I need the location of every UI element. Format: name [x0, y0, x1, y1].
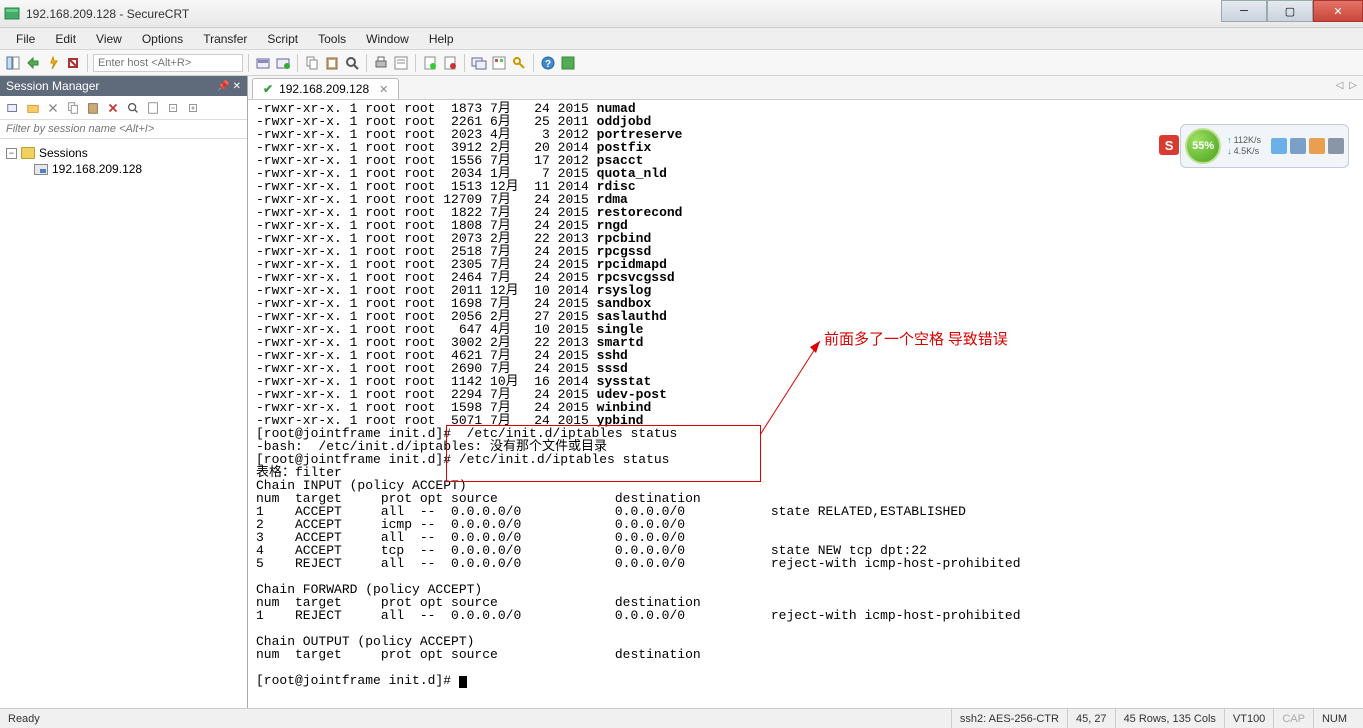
minimize-button[interactable]: ─ — [1221, 0, 1267, 22]
session-icon — [34, 164, 48, 175]
session-toolbar — [0, 96, 247, 120]
tabbar: ✔ 192.168.209.128 ✕ ◁ ▷ — [248, 76, 1363, 100]
menu-help[interactable]: Help — [421, 30, 462, 48]
session-manager-panel: Session Manager 📌 ✕ − Sessions 192. — [0, 76, 248, 708]
cut-icon[interactable] — [44, 99, 62, 117]
properties-icon[interactable] — [392, 54, 410, 72]
session-manager-header: Session Manager 📌 ✕ — [0, 76, 247, 96]
widget-tool-4[interactable] — [1328, 138, 1344, 154]
widget-percent: 55% — [1185, 128, 1221, 164]
annotation-text: 前面多了一个空格 导致错误 — [824, 328, 1008, 349]
terminal-pane: ✔ 192.168.209.128 ✕ ◁ ▷ -rwxr-xr-x. 1 ro… — [248, 76, 1363, 708]
widget-tool-1[interactable] — [1271, 138, 1287, 154]
copy-icon[interactable] — [303, 54, 321, 72]
status-cap: CAP — [1273, 709, 1313, 728]
trace-icon[interactable] — [441, 54, 459, 72]
menu-window[interactable]: Window — [358, 30, 417, 48]
session-manager-title: Session Manager — [6, 79, 99, 93]
tab-session[interactable]: ✔ 192.168.209.128 ✕ — [252, 78, 399, 99]
collapse-tree-icon[interactable] — [184, 99, 202, 117]
svg-text:?: ? — [545, 59, 551, 70]
print-icon[interactable] — [372, 54, 390, 72]
help-icon[interactable]: ? — [539, 54, 557, 72]
menu-options[interactable]: Options — [134, 30, 191, 48]
delete-icon[interactable] — [104, 99, 122, 117]
widget-down: 4.5K/s — [1227, 146, 1261, 157]
tab-next-icon[interactable]: ▷ — [1349, 80, 1357, 91]
tree-session[interactable]: 192.168.209.128 — [6, 161, 241, 177]
options-icon[interactable] — [490, 54, 508, 72]
disconnect-icon[interactable] — [274, 54, 292, 72]
menu-file[interactable]: File — [8, 30, 43, 48]
reconnect-icon[interactable] — [254, 54, 272, 72]
widget-tool-3[interactable] — [1309, 138, 1325, 154]
find-tree-icon[interactable] — [124, 99, 142, 117]
close-button[interactable]: ✕ — [1313, 0, 1363, 22]
statusbar: Ready ssh2: AES-256-CTR 45, 27 45 Rows, … — [0, 708, 1363, 728]
log-icon[interactable] — [421, 54, 439, 72]
status-ready: Ready — [8, 713, 40, 725]
menu-script[interactable]: Script — [259, 30, 306, 48]
status-num: NUM — [1313, 709, 1355, 728]
properties-tree-icon[interactable] — [144, 99, 162, 117]
find-icon[interactable] — [343, 54, 361, 72]
widget-badge[interactable]: S — [1159, 135, 1179, 155]
menu-transfer[interactable]: Transfer — [195, 30, 255, 48]
paste-icon[interactable] — [323, 54, 341, 72]
session-manager-icon[interactable] — [4, 54, 22, 72]
menu-tools[interactable]: Tools — [310, 30, 354, 48]
expand-tree-icon[interactable] — [164, 99, 182, 117]
pin-icon[interactable]: 📌 ✕ — [217, 81, 241, 92]
connect-icon[interactable] — [24, 54, 42, 72]
connected-icon: ✔ — [263, 82, 273, 96]
menubar: File Edit View Options Transfer Script T… — [0, 28, 1363, 50]
widget-up: 112K/s — [1227, 135, 1261, 146]
session-tree[interactable]: − Sessions 192.168.209.128 — [0, 139, 247, 183]
menu-edit[interactable]: Edit — [47, 30, 84, 48]
tab-label: 192.168.209.128 — [279, 82, 369, 96]
titlebar: 192.168.209.128 - SecureCRT ─ ▢ ✕ — [0, 0, 1363, 28]
filter-input[interactable] — [0, 120, 247, 139]
menu-view[interactable]: View — [88, 30, 130, 48]
status-ssh: ssh2: AES-256-CTR — [951, 709, 1067, 728]
widget-speeds: 112K/s 4.5K/s — [1223, 135, 1265, 157]
copy-tree-icon[interactable] — [64, 99, 82, 117]
status-dims: 45 Rows, 135 Cols — [1115, 709, 1224, 728]
quick-connect-icon[interactable] — [44, 54, 62, 72]
toolbar: ? — [0, 50, 1363, 76]
paste-tree-icon[interactable] — [84, 99, 102, 117]
about-icon[interactable] — [559, 54, 577, 72]
app-icon — [4, 6, 20, 22]
tree-root[interactable]: − Sessions — [6, 145, 241, 161]
new-folder-icon[interactable] — [24, 99, 42, 117]
new-session-icon[interactable] — [470, 54, 488, 72]
public-key-icon[interactable] — [510, 54, 528, 72]
network-widget[interactable]: S 55% 112K/s 4.5K/s — [1180, 124, 1349, 168]
folder-icon — [21, 147, 35, 159]
tab-prev-icon[interactable]: ◁ — [1336, 80, 1344, 91]
status-term: VT100 — [1224, 709, 1273, 728]
widget-tool-2[interactable] — [1290, 138, 1306, 154]
connect-bar-icon[interactable] — [64, 54, 82, 72]
status-pos: 45, 27 — [1067, 709, 1115, 728]
new-session-tree-icon[interactable] — [4, 99, 22, 117]
tree-root-label: Sessions — [39, 146, 88, 160]
tree-session-label: 192.168.209.128 — [52, 162, 142, 176]
expander-icon[interactable]: − — [6, 148, 17, 159]
host-input[interactable] — [93, 54, 243, 72]
maximize-button[interactable]: ▢ — [1267, 0, 1313, 22]
window-title: 192.168.209.128 - SecureCRT — [26, 7, 189, 21]
tab-close-icon[interactable]: ✕ — [379, 83, 388, 96]
terminal[interactable]: -rwxr-xr-x. 1 root root 1873 7月 24 2015 … — [248, 100, 1363, 708]
